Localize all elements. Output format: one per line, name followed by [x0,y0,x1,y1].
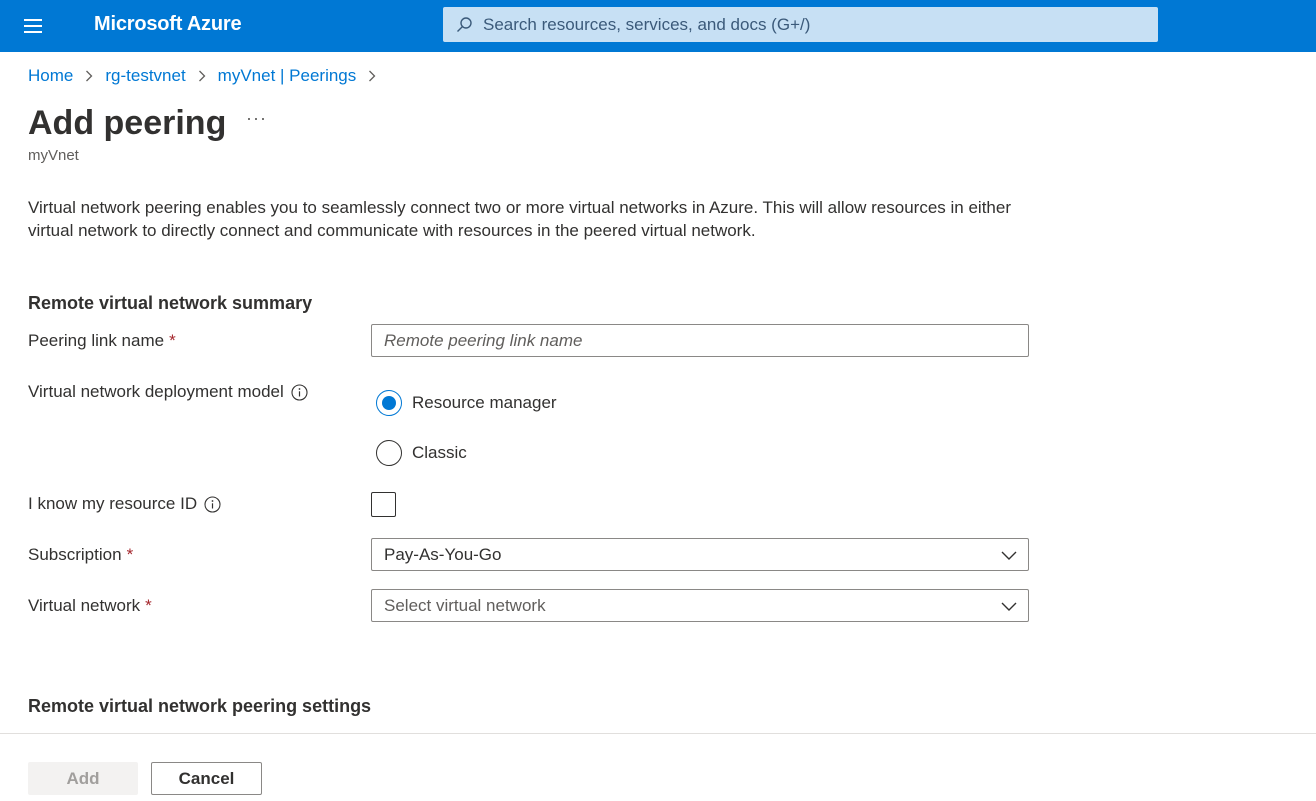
more-options-button[interactable]: ··· [246,108,267,129]
radio-button[interactable] [376,390,402,416]
virtual-network-dropdown[interactable]: Select virtual network [371,589,1029,622]
add-button[interactable]: Add [28,762,138,795]
peering-link-label-text: Peering link name [28,331,165,350]
page-description: Virtual network peering enables you to s… [28,198,1011,240]
menu-icon[interactable] [20,14,46,38]
breadcrumb-home[interactable]: Home [28,66,73,86]
required-marker: * [169,331,176,350]
breadcrumb-peerings[interactable]: myVnet | Peerings [218,66,357,86]
radio-classic[interactable]: Classic [376,440,467,466]
footer-divider [0,733,1316,734]
required-marker: * [126,545,134,564]
virtual-network-label: Virtual network * [28,596,152,616]
page-subtitle: myVnet [28,147,79,164]
subscription-value: Pay-As-You-Go [384,544,502,564]
subscription-label: Subscription * [28,545,133,565]
chevron-right-icon [86,70,93,82]
info-icon[interactable] [291,383,308,401]
chevron-down-icon [1001,551,1017,560]
radio-resource-manager-label: Resource manager [412,393,557,412]
virtual-network-placeholder: Select virtual network [384,595,546,615]
subscription-dropdown[interactable]: Pay-As-You-Go [371,538,1029,571]
chevron-right-icon [369,70,376,82]
top-bar: Microsoft Azure [0,0,1316,52]
chevron-right-icon [198,70,206,82]
breadcrumb: Home rg-testvnet myVnet | Peerings [28,66,388,86]
subscription-label-text: Subscription [28,545,122,564]
peering-link-name-input[interactable] [371,324,1029,357]
section-title-remote-settings: Remote virtual network peering settings [28,696,372,716]
search-input[interactable] [483,14,1123,35]
breadcrumb-resource-group[interactable]: rg-testvnet [105,66,185,86]
brand-title[interactable]: Microsoft Azure [94,13,242,36]
radio-resource-manager[interactable]: Resource manager [376,390,557,416]
global-search[interactable] [443,7,1158,42]
page-title: Add peering [28,104,227,142]
required-marker: * [145,596,152,615]
deployment-model-label-text: Virtual network deployment model [28,382,284,401]
resource-id-checkbox[interactable] [371,492,396,517]
resource-id-label: I know my resource ID [28,494,221,514]
chevron-down-icon [1001,602,1017,611]
virtual-network-label-text: Virtual network [28,596,141,615]
radio-classic-label: Classic [412,443,467,462]
resource-id-label-text: I know my resource ID [28,494,198,513]
peering-link-label: Peering link name * [28,331,176,351]
deployment-model-label: Virtual network deployment model [28,382,308,402]
section-title-remote-summary: Remote virtual network summary [28,293,313,313]
cancel-button[interactable]: Cancel [151,762,262,795]
search-icon [457,16,472,32]
info-icon[interactable] [204,495,221,513]
radio-button[interactable] [376,440,402,466]
